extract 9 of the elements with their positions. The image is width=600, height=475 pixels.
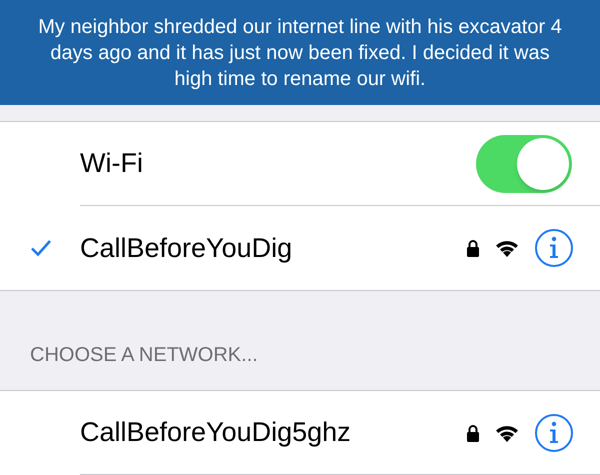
wifi-icon — [494, 238, 520, 258]
wifi-label: Wi-Fi — [80, 147, 144, 180]
info-icon[interactable] — [534, 412, 574, 452]
section-header: CHOOSE A NETWORK... — [30, 343, 258, 368]
network-name: CallBeforeYouDig — [80, 232, 294, 265]
caption-text: My neighbor shredded our internet line with his excavator 4 days ago and it has just now been fixed. I decided it was high time to rename our wifi. — [37, 14, 563, 92]
network-row[interactable]: CallBeforeYouDig5ghz — [0, 391, 600, 475]
info-icon[interactable] — [534, 228, 574, 268]
network-name: CallBeforeYouDig5ghz — [80, 416, 352, 450]
